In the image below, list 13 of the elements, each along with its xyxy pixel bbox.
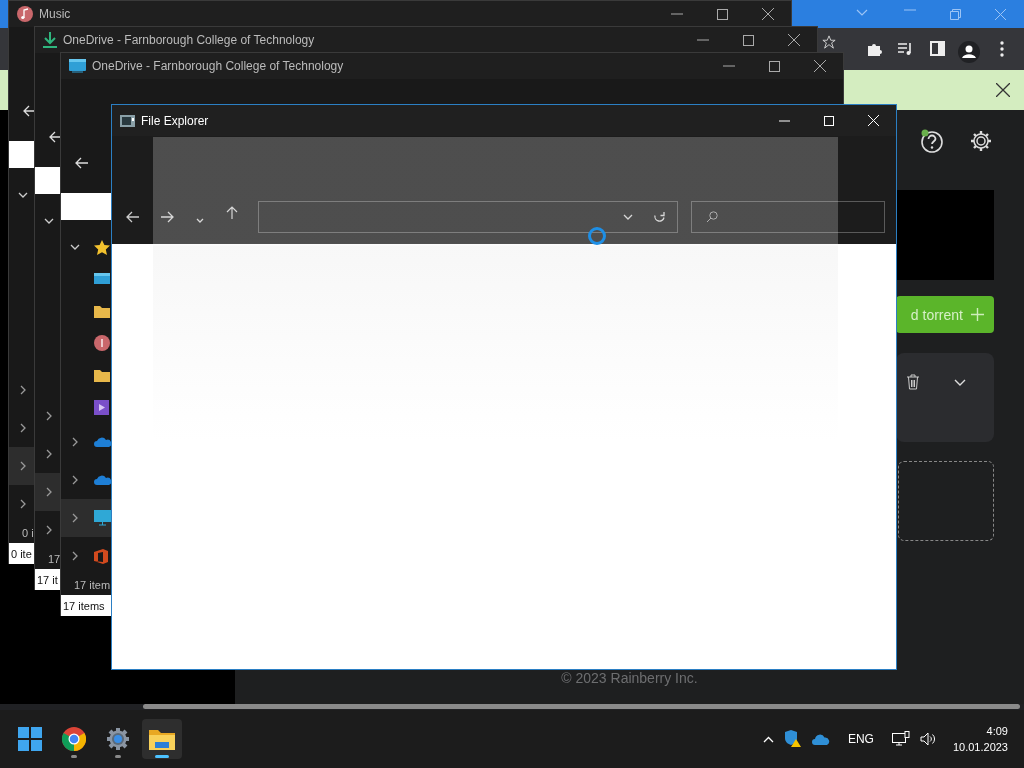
status-text: 17 items <box>63 599 105 612</box>
window-title: File Explorer <box>141 113 209 128</box>
status-text: 17 item <box>74 579 111 591</box>
window-title: OneDrive - Farnborough College of Technology <box>63 33 315 47</box>
status-text: 17 <box>48 553 61 565</box>
copyright-text: © 2023 Rainberry Inc. <box>560 670 699 686</box>
window-title: OneDrive - Farnborough College of Technology <box>92 59 344 73</box>
window-title: Music <box>39 7 71 21</box>
status-text: 0 ite <box>11 547 32 560</box>
status-text: 17 it <box>37 573 58 586</box>
clock[interactable]: 4:09 10.01.2023 <box>952 723 1008 755</box>
status-text: 0 i <box>22 527 34 539</box>
language-indicator[interactable]: ENG <box>847 732 874 746</box>
